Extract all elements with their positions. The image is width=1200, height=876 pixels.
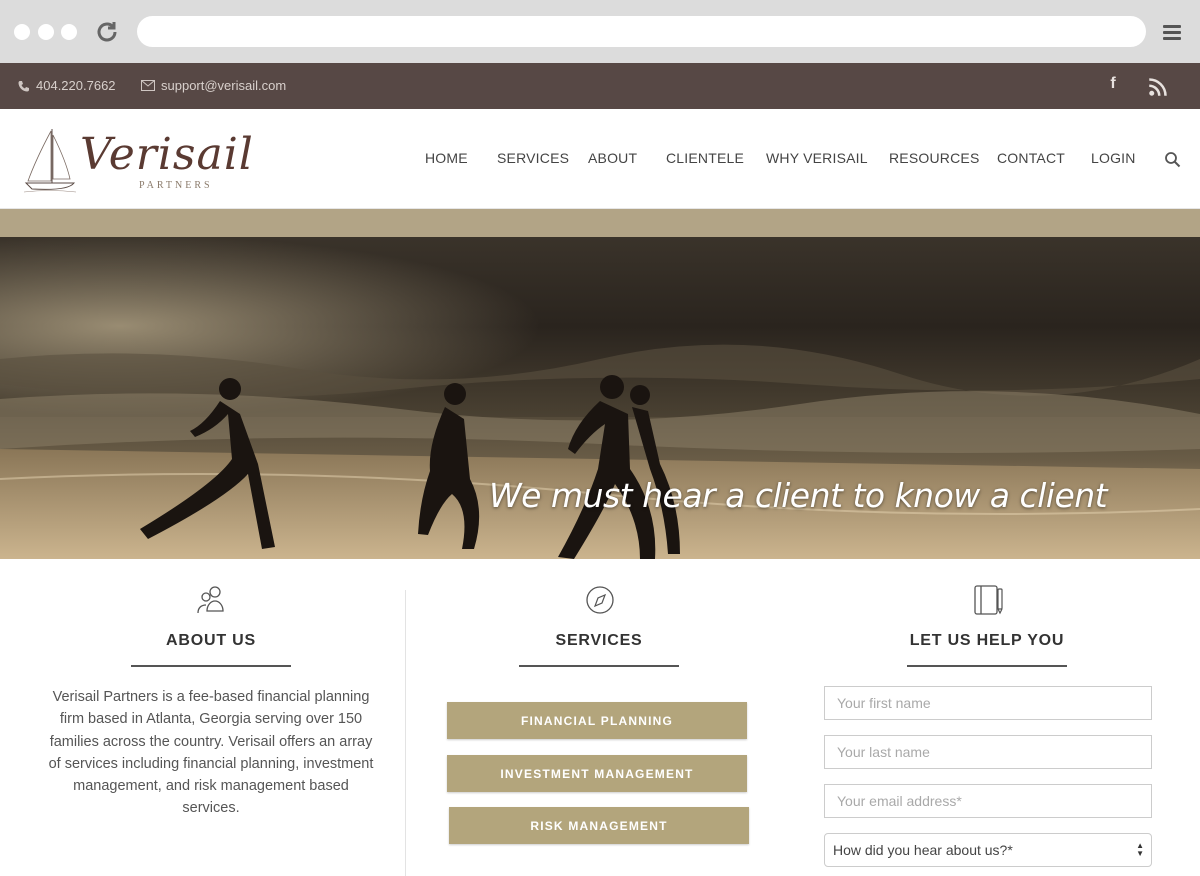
column-divider	[405, 590, 406, 876]
address-bar[interactable]	[137, 16, 1146, 47]
window-maximize-dot[interactable]	[61, 24, 77, 40]
about-title: ABOUT US	[166, 632, 256, 649]
hero-banner: We must hear a client to know a client	[0, 209, 1200, 559]
nav-clientele[interactable]: CLIENTELE	[666, 150, 744, 166]
window-minimize-dot[interactable]	[38, 24, 54, 40]
first-name-field[interactable]	[824, 686, 1152, 720]
verisail-logo[interactable]: Verisail PARTNERS	[22, 123, 253, 199]
compass-icon	[586, 586, 614, 614]
phone-number: 404.220.7662	[36, 78, 116, 93]
financial-planning-button[interactable]: FINANCIAL PLANNING	[447, 702, 747, 739]
nav-login[interactable]: LOGIN	[1091, 150, 1136, 166]
referral-source-value: How did you hear about us?*	[833, 842, 1013, 858]
notebook-icon	[974, 585, 1003, 615]
select-arrows-icon: ▲ ▼	[1136, 841, 1144, 858]
email-contact[interactable]: support@verisail.com	[141, 78, 286, 93]
search-icon[interactable]	[1164, 151, 1181, 168]
investment-management-button[interactable]: INVESTMENT MANAGEMENT	[447, 755, 747, 792]
envelope-icon	[141, 80, 155, 91]
window-close-dot[interactable]	[14, 24, 30, 40]
nav-why-verisail[interactable]: WHY VERISAIL	[766, 150, 868, 166]
last-name-field[interactable]	[824, 735, 1152, 769]
people-icon	[197, 586, 224, 614]
facebook-icon[interactable]: f	[1103, 75, 1123, 95]
browser-chrome	[0, 0, 1200, 63]
menu-icon[interactable]	[1163, 25, 1181, 41]
hero-tagline: We must hear a client to know a client	[489, 476, 1108, 515]
logo-subtitle: PARTNERS	[139, 180, 213, 191]
nav-resources[interactable]: RESOURCES	[889, 150, 979, 166]
reload-icon[interactable]	[94, 19, 120, 45]
nav-contact[interactable]: CONTACT	[997, 150, 1065, 166]
nav-about[interactable]: ABOUT	[588, 150, 637, 166]
nav-services[interactable]: SERVICES	[497, 150, 569, 166]
services-title: SERVICES	[555, 632, 643, 649]
phone-contact[interactable]: 404.220.7662	[18, 78, 116, 93]
email-address: support@verisail.com	[161, 78, 287, 93]
about-rule	[131, 665, 291, 667]
nav-home[interactable]: HOME	[425, 150, 468, 166]
help-title: LET US HELP YOU	[909, 632, 1065, 649]
about-text: Verisail Partners is a fee-based financi…	[48, 689, 374, 817]
referral-source-select[interactable]: How did you hear about us?* ▲ ▼	[824, 833, 1152, 867]
help-rule	[907, 665, 1067, 667]
sailboat-icon	[23, 129, 77, 193]
risk-management-button[interactable]: RISK MANAGEMENT	[449, 807, 749, 844]
contact-bar: 404.220.7662 support@verisail.com f	[0, 63, 1200, 109]
email-field[interactable]	[824, 784, 1152, 818]
site-header: Verisail PARTNERS HOME SERVICES ABOUT CL…	[0, 109, 1200, 209]
logo-wordmark: Verisail	[80, 129, 254, 180]
services-rule	[519, 665, 679, 667]
rss-icon[interactable]	[1148, 77, 1168, 97]
phone-icon	[18, 80, 29, 91]
